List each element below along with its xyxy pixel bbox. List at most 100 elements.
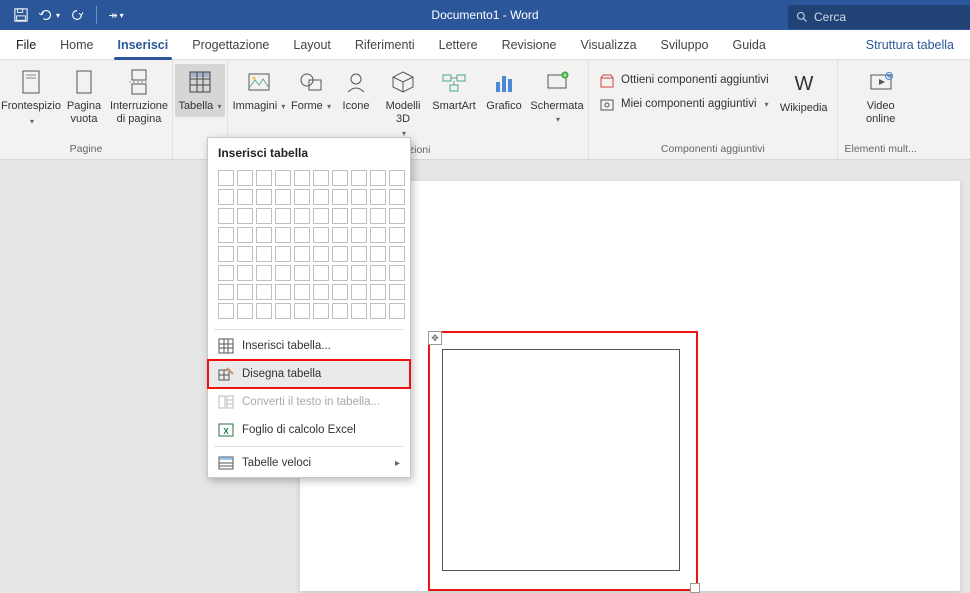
grid-cell[interactable] [332,284,348,300]
grid-cell[interactable] [389,284,405,300]
grid-cell[interactable] [351,265,367,281]
my-addins-button[interactable]: Miei componenti aggiuntivi▾ [593,94,775,116]
grid-cell[interactable] [351,303,367,319]
save-button[interactable] [8,0,34,30]
grid-cell[interactable] [256,227,272,243]
grid-cell[interactable] [389,265,405,281]
grid-cell[interactable] [370,227,386,243]
grid-cell[interactable] [389,189,405,205]
tab-design[interactable]: Progettazione [180,30,281,60]
grid-cell[interactable] [313,227,329,243]
grid-cell[interactable] [237,208,253,224]
grid-cell[interactable] [351,284,367,300]
icons-button[interactable]: Icone [334,64,378,117]
grid-cell[interactable] [313,170,329,186]
grid-cell[interactable] [389,208,405,224]
grid-cell[interactable] [313,208,329,224]
blank-page-button[interactable]: Pagina vuota [60,64,108,129]
grid-cell[interactable] [237,170,253,186]
grid-cell[interactable] [218,303,234,319]
grid-cell[interactable] [294,208,310,224]
draw-table-item[interactable]: Disegna tabella [208,360,410,388]
grid-cell[interactable] [294,189,310,205]
grid-cell[interactable] [256,265,272,281]
wikipedia-button[interactable]: W Wikipedia [775,66,833,119]
grid-cell[interactable] [351,170,367,186]
grid-cell[interactable] [332,246,348,262]
grid-cell[interactable] [351,227,367,243]
tab-help[interactable]: Guida [720,30,777,60]
grid-cell[interactable] [313,303,329,319]
table-size-grid[interactable] [208,166,410,327]
grid-cell[interactable] [370,303,386,319]
tab-home[interactable]: Home [48,30,105,60]
excel-spreadsheet-item[interactable]: X Foglio di calcolo Excel [208,416,410,444]
grid-cell[interactable] [389,170,405,186]
grid-cell[interactable] [218,246,234,262]
quick-tables-item[interactable]: Tabelle veloci ▸ [208,449,410,477]
grid-cell[interactable] [313,189,329,205]
tab-view[interactable]: Visualizza [568,30,648,60]
search-box[interactable]: Cerca [788,5,970,29]
online-video-button[interactable]: Video online [840,64,922,129]
tab-file[interactable]: File [4,30,48,60]
grid-cell[interactable] [256,170,272,186]
tab-mailings[interactable]: Lettere [427,30,490,60]
grid-cell[interactable] [237,284,253,300]
grid-cell[interactable] [218,265,234,281]
table-move-handle[interactable]: ✥ [428,331,442,345]
grid-cell[interactable] [370,189,386,205]
images-button[interactable]: Immagini ▾ [230,64,288,117]
qat-more-button[interactable]: ↠ ▾ [103,0,129,30]
table-button[interactable]: Tabella ▾ [175,64,225,117]
grid-cell[interactable] [332,265,348,281]
grid-cell[interactable] [294,227,310,243]
grid-cell[interactable] [294,284,310,300]
grid-cell[interactable] [275,284,291,300]
grid-cell[interactable] [256,284,272,300]
grid-cell[interactable] [351,246,367,262]
grid-cell[interactable] [218,208,234,224]
grid-cell[interactable] [332,189,348,205]
grid-cell[interactable] [275,246,291,262]
grid-cell[interactable] [294,170,310,186]
grid-cell[interactable] [275,208,291,224]
tab-layout[interactable]: Layout [281,30,343,60]
grid-cell[interactable] [294,303,310,319]
grid-cell[interactable] [237,246,253,262]
get-addins-button[interactable]: Ottieni componenti aggiuntivi [593,70,775,92]
grid-cell[interactable] [389,246,405,262]
grid-cell[interactable] [275,265,291,281]
grid-cell[interactable] [237,265,253,281]
cover-page-button[interactable]: Frontespizio▾ [2,64,60,130]
insert-table-item[interactable]: Inserisci tabella... [208,332,410,360]
grid-cell[interactable] [294,265,310,281]
page-break-button[interactable]: Interruzione di pagina [108,64,170,129]
grid-cell[interactable] [389,303,405,319]
grid-cell[interactable] [313,265,329,281]
smartart-button[interactable]: SmartArt [428,64,480,117]
shapes-button[interactable]: Forme ▾ [288,64,334,117]
grid-cell[interactable] [256,303,272,319]
grid-cell[interactable] [218,189,234,205]
grid-cell[interactable] [275,303,291,319]
grid-cell[interactable] [370,284,386,300]
grid-cell[interactable] [218,170,234,186]
chart-button[interactable]: Grafico [480,64,528,117]
grid-cell[interactable] [332,208,348,224]
grid-cell[interactable] [237,189,253,205]
grid-cell[interactable] [218,284,234,300]
grid-cell[interactable] [332,227,348,243]
grid-cell[interactable] [389,227,405,243]
grid-cell[interactable] [237,227,253,243]
grid-cell[interactable] [294,246,310,262]
grid-cell[interactable] [218,227,234,243]
grid-cell[interactable] [370,170,386,186]
redo-button[interactable] [64,0,90,30]
grid-cell[interactable] [275,189,291,205]
grid-cell[interactable] [370,208,386,224]
grid-cell[interactable] [370,246,386,262]
undo-button[interactable]: ▾ [36,0,62,30]
tab-table-tools[interactable]: Struttura tabella [854,30,966,60]
grid-cell[interactable] [256,189,272,205]
